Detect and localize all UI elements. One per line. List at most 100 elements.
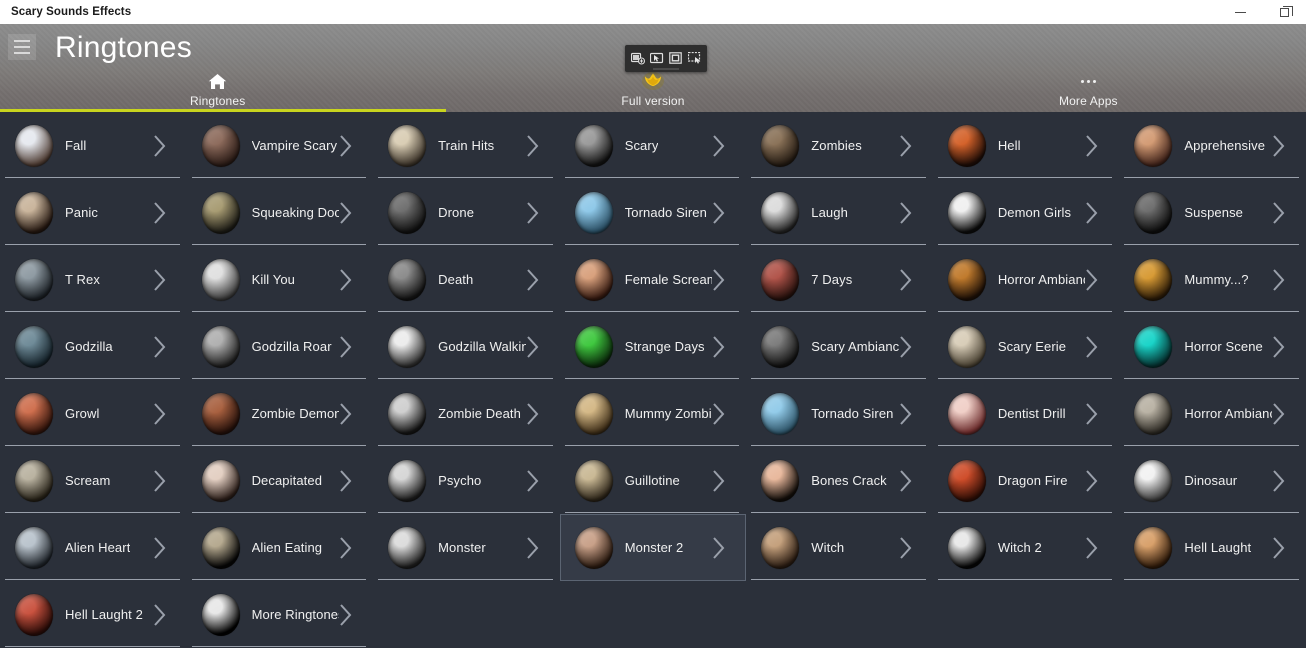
list-item[interactable]: Mummy...? [1119, 246, 1306, 313]
list-item[interactable]: Hell Laught [1119, 514, 1306, 581]
window-capture-icon[interactable] [687, 51, 703, 66]
ringtone-thumbnail [201, 325, 240, 368]
chevron-right-icon [153, 536, 166, 560]
hamburger-icon[interactable] [8, 34, 36, 60]
list-item[interactable]: Vampire Scary [187, 112, 374, 179]
chevron-right-icon [899, 536, 912, 560]
list-item[interactable]: Scary [560, 112, 747, 179]
list-item[interactable]: Suspense [1119, 179, 1306, 246]
list-item[interactable]: Female Scream [560, 246, 747, 313]
list-item[interactable]: T Rex [0, 246, 187, 313]
list-item[interactable]: Strange Days [560, 313, 747, 380]
list-item[interactable]: Alien Heart [0, 514, 187, 581]
list-item[interactable]: Dentist Drill [933, 380, 1120, 447]
list-item[interactable]: Laugh [746, 179, 933, 246]
list-item[interactable]: Horror Scene [1119, 313, 1306, 380]
list-item[interactable]: Apprehensive [1119, 112, 1306, 179]
ringtone-thumbnail [15, 258, 53, 301]
chevron-right-icon [526, 536, 539, 560]
list-item[interactable]: Godzilla [0, 313, 187, 380]
list-item[interactable]: Demon Girls [933, 179, 1120, 246]
list-item[interactable]: Zombie Death [373, 380, 560, 447]
list-item-label: Demon Girls [997, 205, 1072, 220]
ringtone-thumbnail [761, 191, 800, 234]
tab-full-version[interactable]: Full version [435, 70, 870, 112]
tab-ringtones[interactable]: Ringtones [0, 70, 435, 112]
list-item[interactable]: Scream [0, 447, 187, 514]
chevron-right-icon [153, 402, 166, 426]
list-item[interactable]: Drone [373, 179, 560, 246]
ringtone-thumbnail [574, 325, 613, 368]
ringtone-thumbnail [1134, 459, 1173, 502]
list-item[interactable]: Train Hits [373, 112, 560, 179]
list-item[interactable]: Psycho [373, 447, 560, 514]
crown-icon [641, 71, 665, 91]
window-titlebar: Scary Sounds Effects [0, 0, 1306, 24]
list-item[interactable]: Horror Ambiance [933, 246, 1120, 313]
chevron-right-icon [712, 469, 725, 493]
hamburger-bar [14, 52, 30, 54]
ringtone-list[interactable]: Fall Vampire Scary Train Hits Scary Zombies H… [0, 112, 1306, 648]
capture-toolbar[interactable] [625, 45, 707, 72]
list-item[interactable]: Tornado Siren [560, 179, 747, 246]
ringtone-thumbnail [201, 459, 240, 502]
list-item[interactable]: Bones Crack [746, 447, 933, 514]
list-item[interactable]: Zombie Demon [187, 380, 374, 447]
list-item[interactable]: Tornado Siren [746, 380, 933, 447]
ringtone-thumbnail [388, 124, 427, 167]
new-capture-icon[interactable] [630, 51, 646, 66]
ringtone-thumbnail [15, 124, 53, 167]
list-item[interactable]: Fall [0, 112, 187, 179]
chevron-right-icon [1272, 469, 1285, 493]
list-item[interactable]: Monster 2 [559, 514, 747, 581]
ringtone-thumbnail [15, 191, 53, 234]
list-item[interactable]: Growl [0, 380, 187, 447]
list-item[interactable]: Guillotine [560, 447, 747, 514]
ringtone-thumbnail [388, 191, 427, 234]
list-item[interactable]: Scary Ambiance [746, 313, 933, 380]
list-item[interactable]: Monster [373, 514, 560, 581]
list-item[interactable]: 7 Days [746, 246, 933, 313]
list-item[interactable]: Witch 2 [933, 514, 1120, 581]
list-item[interactable]: Panic [0, 179, 187, 246]
list-item-label: Train Hits [438, 138, 495, 153]
list-item[interactable]: Alien Eating [187, 514, 374, 581]
chevron-right-icon [899, 469, 912, 493]
list-item-label: Dragon Fire [997, 473, 1068, 488]
ringtone-thumbnail [761, 325, 800, 368]
list-item[interactable]: Godzilla Roar [187, 313, 374, 380]
list-item[interactable]: Zombies [746, 112, 933, 179]
ringtone-thumbnail [761, 392, 800, 435]
list-item[interactable]: Godzilla Walking [373, 313, 560, 380]
list-item-label: Godzilla [65, 339, 113, 354]
list-item-label: T Rex [65, 272, 100, 287]
chevron-right-icon [153, 603, 166, 627]
ringtone-thumbnail [761, 124, 800, 167]
chevron-right-icon [1272, 134, 1285, 158]
ringtone-thumbnail [1134, 124, 1173, 167]
list-item[interactable]: Kill You [187, 246, 374, 313]
minimize-button[interactable] [1218, 0, 1262, 24]
list-item[interactable]: Squeaking Door [187, 179, 374, 246]
dot [1086, 79, 1090, 83]
list-item[interactable]: Horror Ambiance [1119, 380, 1306, 447]
ringtone-thumbnail [947, 392, 986, 435]
list-item[interactable]: Dinosaur [1119, 447, 1306, 514]
ringtone-thumbnail [947, 124, 986, 167]
pointer-capture-icon[interactable] [649, 51, 665, 66]
list-item[interactable]: Death [373, 246, 560, 313]
list-item[interactable]: Mummy Zombie [560, 380, 747, 447]
list-item[interactable]: More Ringtones [187, 581, 374, 648]
chevron-right-icon [153, 134, 166, 158]
list-item[interactable]: Hell Laught 2 [0, 581, 187, 648]
restore-button[interactable] [1262, 0, 1306, 24]
list-item[interactable]: Dragon Fire [933, 447, 1120, 514]
list-item[interactable]: Decapitated [187, 447, 374, 514]
tab-more-apps[interactable]: More Apps [871, 70, 1306, 112]
list-item[interactable]: Witch [746, 514, 933, 581]
ringtone-thumbnail [574, 459, 613, 502]
list-item[interactable]: Hell [933, 112, 1120, 179]
list-item-label: Scream [65, 473, 111, 488]
region-capture-icon[interactable] [668, 51, 684, 66]
list-item[interactable]: Scary Eerie [933, 313, 1120, 380]
